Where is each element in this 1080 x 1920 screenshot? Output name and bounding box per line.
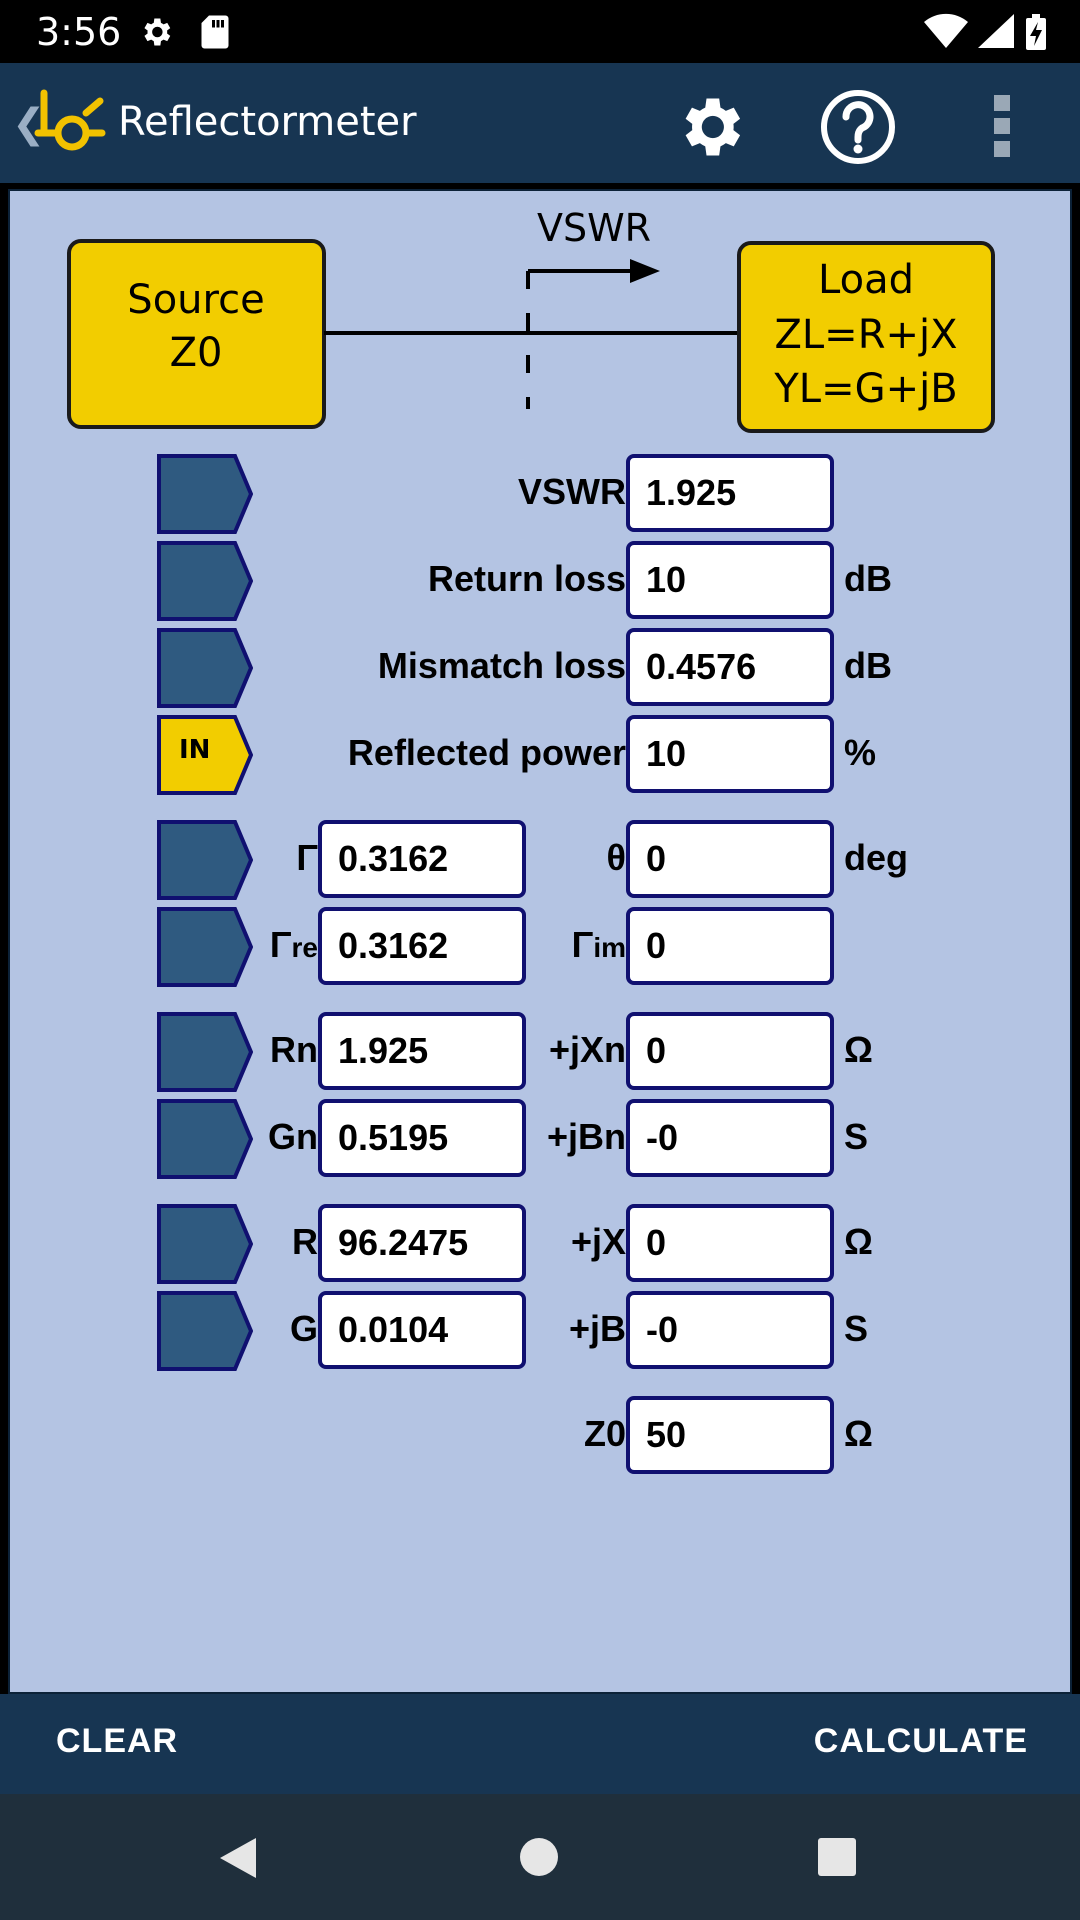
nav-recents-icon[interactable] [818,1838,856,1876]
bn-label: +jBn [546,1116,626,1157]
mismatch-loss-unit: dB [844,645,892,686]
b-label: +jB [568,1308,626,1349]
g-label: G [289,1308,318,1349]
x-field[interactable]: 0 [626,1204,834,1282]
gamma-magnitude-field[interactable]: 0.3162 [318,820,526,898]
gn-field[interactable]: 0.5195 [318,1099,526,1177]
app-title: Reflectormeter [118,99,417,145]
signal-icon [978,14,1014,48]
xn-field[interactable]: 0 [626,1012,834,1090]
vswr-label: VSWR [518,471,626,512]
z0-unit: Ω [844,1413,873,1454]
calculator-panel: Source Z0 VSWR Load ZL=R+jX YL=G+jB VSWR… [8,189,1072,1694]
gamma-angle-unit: deg [844,837,909,878]
vswr-arrow-head [630,259,660,283]
calc-from-gamma-polar-button[interactable] [157,820,253,900]
reflectometer-logo-icon [34,89,106,151]
rn-field[interactable]: 1.925 [318,1012,526,1090]
status-right-icons [924,13,1046,50]
reflected-power-label: Reflected power [347,732,626,773]
status-time: 3:56 [36,10,122,54]
reflected-power-field[interactable]: 10 [626,715,834,793]
gamma-imag-field[interactable]: 0 [626,907,834,985]
status-bar: 3:56 [0,0,1080,63]
z-unit: Ω [844,1221,873,1262]
calc-from-yn-button[interactable] [157,1099,253,1179]
yn-unit: S [844,1116,869,1157]
more-vertical-icon[interactable] [990,93,1014,159]
calc-from-reflected-power-button[interactable]: IN [157,715,254,795]
gn-label: Gn [268,1116,318,1157]
load-label-2: ZL=R+jX [774,312,957,358]
gamma-magnitude-label: Γ [296,837,318,878]
calc-from-mismatch-loss-button[interactable] [157,628,253,708]
source-label-2: Z0 [170,330,223,376]
system-nav-bar [0,1794,1080,1920]
xn-label: +jXn [548,1029,626,1070]
nav-back-icon[interactable] [218,1836,258,1880]
return-loss-field[interactable]: 10 [626,541,834,619]
circuit-diagram: Source Z0 VSWR Load ZL=R+jX YL=G+jB [67,206,995,433]
gamma-angle-label: θ [606,837,626,878]
mismatch-loss-field[interactable]: 0.4576 [626,628,834,706]
gamma-imag-label: Γim [571,924,626,965]
calc-from-z-button[interactable] [157,1204,253,1284]
app-bar: ❮ Reflectormeter [0,63,1080,183]
x-label: +jX [570,1221,626,1262]
z0-field[interactable]: 50 [626,1396,834,1474]
sd-card-icon [201,15,229,49]
b-field[interactable]: -0 [626,1291,834,1369]
action-bar: CLEAR CALCULATE [0,1694,1080,1794]
source-label-1: Source [127,277,264,323]
bn-field[interactable]: -0 [626,1099,834,1177]
calc-from-y-button[interactable] [157,1291,253,1371]
gamma-angle-field[interactable]: 0 [626,820,834,898]
zn-unit: Ω [844,1029,873,1070]
reflected-power-unit: % [844,732,877,773]
calculate-button[interactable]: CALCULATE [814,1722,1028,1761]
mismatch-loss-label: Mismatch loss [377,645,626,686]
clear-button[interactable]: CLEAR [56,1722,178,1761]
r-label: R [292,1221,318,1262]
battery-icon [1026,14,1046,50]
wifi-icon [924,13,968,48]
gamma-real-label: Γre [269,924,318,965]
help-circle-icon[interactable] [818,87,898,167]
calc-from-vswr-button[interactable] [157,454,253,534]
g-field[interactable]: 0.0104 [318,1291,526,1369]
load-label-3: YL=G+jB [773,366,957,412]
return-loss-label: Return loss [427,558,626,599]
settings-gear-icon[interactable] [672,89,748,165]
vswr-field[interactable]: 1.925 [626,454,834,532]
nav-home-icon[interactable] [520,1838,558,1876]
calc-from-gamma-rect-button[interactable] [157,907,253,987]
gamma-real-field[interactable]: 0.3162 [318,907,526,985]
calc-from-return-loss-button[interactable] [157,541,253,621]
diagram-vswr-label: VSWR [537,206,651,250]
z0-label: Z0 [583,1413,626,1454]
y-unit: S [844,1308,869,1349]
rn-label: Rn [270,1029,318,1070]
load-label-1: Load [818,257,914,303]
r-field[interactable]: 96.2475 [318,1204,526,1282]
input-badge-label: IN [179,735,211,765]
settings-status-icon [144,18,171,46]
calc-from-zn-button[interactable] [157,1012,253,1092]
return-loss-unit: dB [844,558,892,599]
